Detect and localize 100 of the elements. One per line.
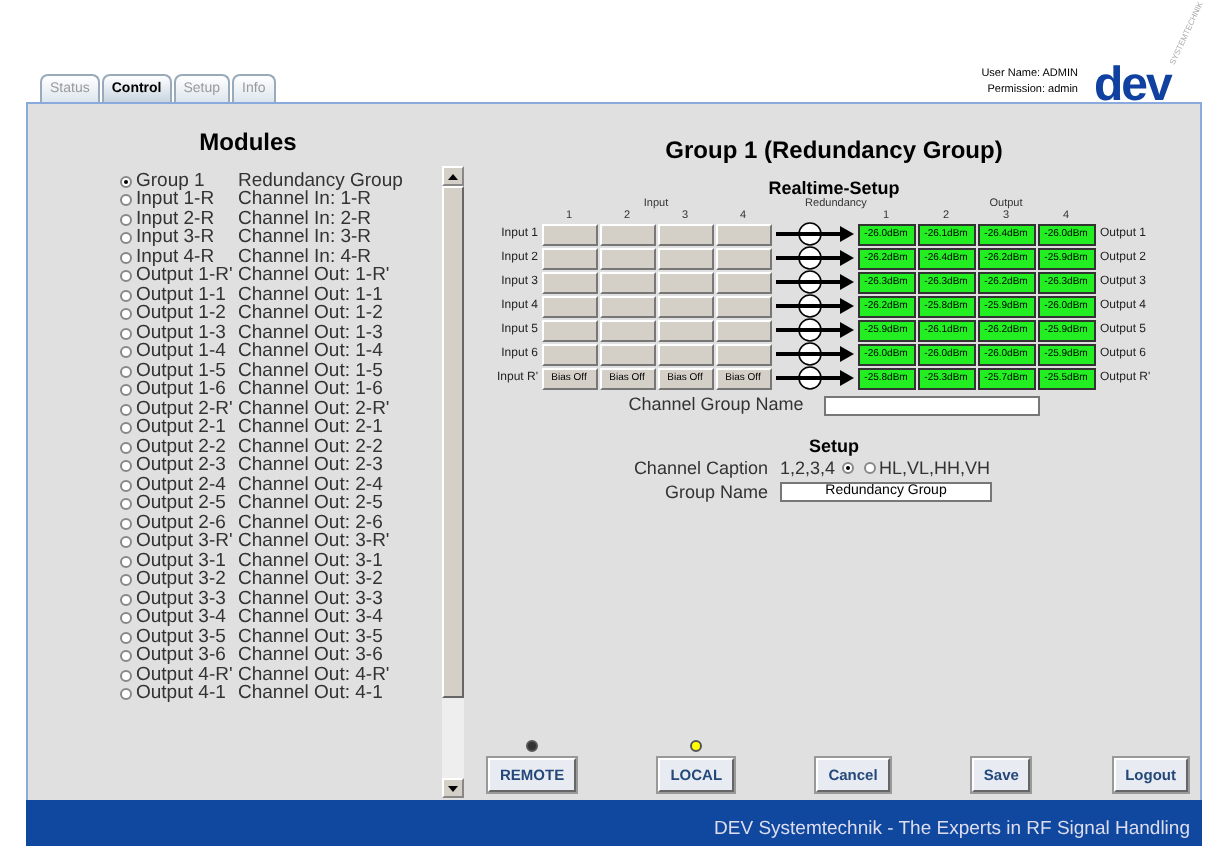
input-button[interactable] [657,247,713,269]
module-description: Channel Out: 1-2 [238,301,383,325]
input-button[interactable] [715,271,771,293]
module-description: Channel In: 4-R [238,243,372,268]
input-button[interactable] [657,295,713,317]
radio-button[interactable] [120,175,132,188]
radio-button[interactable] [863,461,876,473]
switch-arrow-icon [772,246,856,270]
module-description: Channel Out: 3-4 [238,605,383,629]
input-button[interactable] [599,247,655,269]
scroll-up-button[interactable] [442,166,464,186]
module-name: Output 3-R' [136,530,235,553]
radio-button[interactable] [120,403,132,416]
radio-button[interactable] [120,232,132,245]
radio-button[interactable] [120,289,132,302]
module-description: Channel In: 1-R [238,188,372,211]
input-button[interactable] [657,343,713,365]
module-name: Input 1-R [136,188,217,211]
down-arrow-icon [448,785,458,791]
module-description: Channel Out: 3-R' [238,529,390,553]
text-field[interactable] [823,395,1040,416]
radio-button[interactable] [841,461,854,473]
module-description: Channel Out: 1-5 [238,357,383,382]
module-description: Channel Out: 2-R' [238,395,390,420]
module-name: Output 3-5 [136,625,228,648]
module-name: Input 2-R [136,207,217,230]
radio-button[interactable] [120,517,132,530]
module-description: Channel Out: 2-6 [238,509,383,534]
radio-button[interactable] [120,270,132,283]
module-name: Output 1-5 [136,359,228,382]
switch-arrow-icon [772,342,856,366]
input-button[interactable] [657,271,713,293]
module-description: Channel Out: 4-1 [238,681,383,709]
module-name: Input 3-R [136,226,217,249]
radio-button[interactable] [120,441,132,454]
radio-button[interactable] [120,308,132,321]
input-button[interactable] [715,343,771,365]
module-name: Output 2-R' [136,397,235,420]
module-description: Channel In: 3-R [238,225,372,249]
radio-label: 1,2,3,4 [780,456,836,479]
input-button[interactable] [541,223,597,245]
module-name: Output 3-4 [136,606,228,629]
module-name: Output 1-2 [136,302,228,325]
module-name: Output 2-5 [136,492,228,515]
input-button[interactable] [541,319,597,341]
radio-button[interactable] [120,574,132,587]
module-description: Channel Out: 2-4 [238,471,383,496]
scroll-down-button[interactable] [442,778,464,798]
radio-button[interactable] [120,460,132,473]
radio-button[interactable] [120,612,132,625]
section-title: Realtime-Setup [768,178,900,198]
radio-button[interactable] [120,536,132,549]
radio-button[interactable] [120,384,132,397]
input-button[interactable] [657,223,713,245]
group-title: Group 1 (Redundancy Group) [665,136,1003,164]
module-name: Group 1 [136,167,205,192]
radio-button[interactable] [120,422,132,435]
module-description: Channel Out: 1-4 [238,339,383,363]
radio-button[interactable] [120,479,132,492]
input-button[interactable] [541,295,597,317]
input-button[interactable] [599,343,655,365]
input-button[interactable] [715,223,771,245]
radio-button[interactable] [120,327,132,340]
module-name: Output 3-1 [136,549,228,572]
input-button[interactable] [541,271,597,293]
switch-arrow-icon [772,366,856,390]
input-button[interactable] [599,223,655,245]
input-button[interactable] [715,319,771,341]
module-name: Output 2-4 [136,473,228,496]
input-button[interactable] [657,319,713,341]
logo: dev [1094,62,1171,110]
radio-button[interactable] [120,213,132,226]
module-description: Channel Out: 1-3 [238,319,383,344]
module-description: Channel Out: 4-R' [238,661,390,686]
radio-button[interactable] [120,555,132,568]
radio-button[interactable] [120,251,132,264]
radio-button[interactable] [120,669,132,682]
input-button[interactable] [599,271,655,293]
input-button[interactable] [715,247,771,269]
input-button[interactable] [599,295,655,317]
radio-button[interactable] [120,631,132,644]
switch-arrow-icon [772,294,856,318]
radio-button[interactable] [120,650,132,663]
input-button[interactable] [715,295,771,317]
input-button[interactable] [541,247,597,269]
radio-button[interactable] [120,593,132,606]
radio-button[interactable] [120,194,132,207]
radio-button[interactable] [120,498,132,511]
input-button[interactable] [541,343,597,365]
module-name: Output 3-3 [136,587,228,610]
module-description: Channel Out: 2-1 [238,415,383,439]
radio-button[interactable] [120,365,132,378]
radio-button[interactable] [120,346,132,359]
module-description: Channel Out: 1-1 [238,281,383,306]
module-description: Channel Out: 3-3 [238,585,383,610]
input-button[interactable] [599,319,655,341]
scroll-thumb[interactable] [442,186,464,698]
module-description: Channel Out: 2-5 [238,491,383,515]
module-description: Channel In: 2-R [238,205,372,230]
radio-button[interactable] [120,688,132,701]
